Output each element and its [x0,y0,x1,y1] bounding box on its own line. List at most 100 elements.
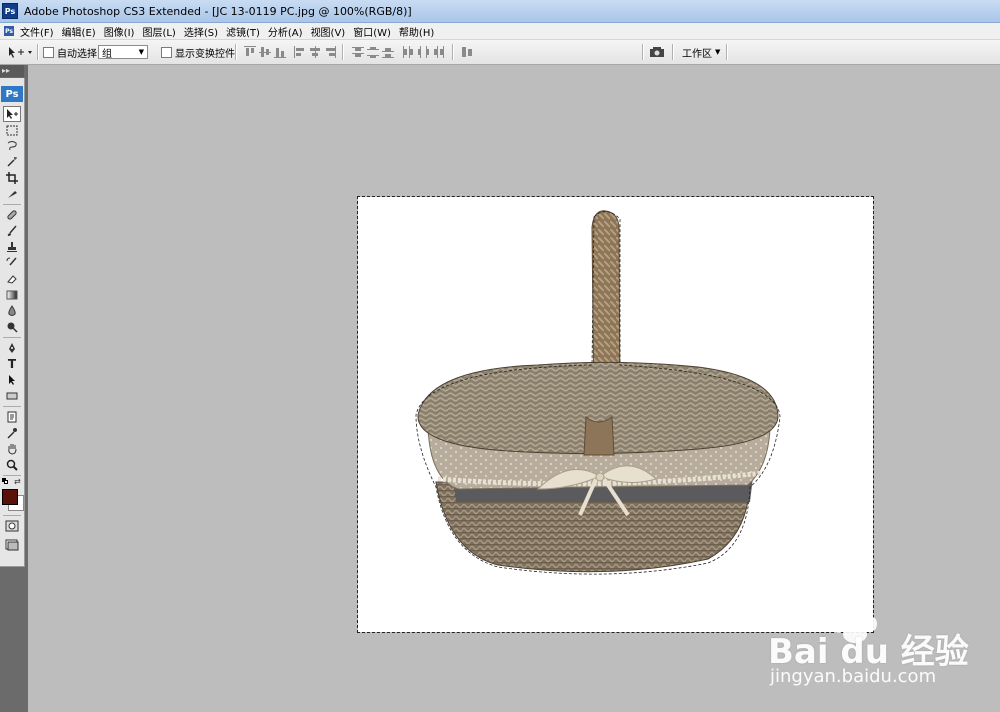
rectangle-icon [6,392,18,400]
marquee-icon [6,125,18,135]
photoshop-logo[interactable]: Ps [1,86,23,102]
menu-select[interactable]: 选择(S) [184,24,218,39]
menu-layer[interactable]: 图层(L) [142,24,175,39]
distribute-hcenter-icon[interactable] [417,46,429,58]
menu-help[interactable]: 帮助(H) [399,24,434,39]
path-select-icon [9,375,15,385]
gradient-tool[interactable] [4,288,20,302]
pen-tool[interactable] [4,341,20,355]
crop-tool[interactable] [4,171,20,185]
move-tool[interactable] [3,106,21,122]
type-icon: T [7,357,17,371]
blur-tool[interactable] [4,304,20,318]
align-hcenter-icon[interactable] [309,46,321,58]
hand-tool[interactable] [4,442,20,456]
auto-select-dropdown[interactable]: 组 ▼ [98,45,148,60]
history-brush-icon [6,257,17,266]
show-transform-checkbox[interactable] [161,46,172,58]
options-separator [235,44,237,60]
brush-tool[interactable] [4,224,20,238]
eyedropper-tool[interactable] [4,426,20,440]
align-right-icon[interactable] [324,46,336,58]
eraser-icon [7,275,17,284]
distribute-bottom-icon[interactable] [382,46,394,58]
stamp-icon [7,242,17,252]
drop-icon [8,305,16,316]
foreground-color-swatch[interactable] [2,489,18,505]
options-separator [452,44,454,60]
distribute-right-icon[interactable] [432,46,444,58]
quick-mask-icon [5,520,19,532]
bridge-icon [650,47,664,57]
zoom-tool[interactable] [4,458,20,472]
menu-file[interactable]: 文件(F) [20,24,54,39]
healing-brush-tool[interactable] [4,208,20,222]
swap-colors-icon[interactable]: ⇄ [14,477,21,486]
align-top-icon[interactable] [244,46,256,58]
auto-select-option[interactable]: 自动选择: [43,44,100,60]
toolbox-grip[interactable]: ▸▸ [0,65,24,77]
document-canvas[interactable] [357,196,874,633]
menu-filter[interactable]: 滤镜(T) [226,24,260,39]
window-title: Adobe Photoshop CS3 Extended - [JC 13-01… [24,4,412,18]
document-icon[interactable]: Ps [4,26,14,36]
basket-image [415,210,781,575]
workspace-menu-button[interactable]: 工作区 ▼ [682,44,720,60]
screen-mode-icon [5,539,19,551]
menu-analysis[interactable]: 分析(A) [268,24,303,39]
magic-wand-tool[interactable] [4,155,20,169]
show-transform-option[interactable]: 显示变换控件 [161,44,235,60]
bandage-icon [7,210,17,220]
chevron-down-icon: ▼ [715,48,721,56]
toolbox-separator [3,406,21,407]
move-tool-icon [9,47,32,58]
options-separator [672,44,674,60]
menu-view[interactable]: 视图(V) [311,24,346,39]
align-left-icon[interactable] [294,46,306,58]
toolbox-separator [3,515,21,516]
slice-tool[interactable] [4,187,20,201]
auto-align-layers-icon[interactable] [461,46,473,58]
notes-tool[interactable] [4,410,20,424]
align-vcenter-icon[interactable] [259,46,271,58]
auto-select-value: 组 [102,48,112,60]
magic-wand-icon [7,157,17,167]
auto-select-label: 自动选择: [57,48,101,60]
menu-bar: Ps 文件(F) 编辑(E) 图像(I) 图层(L) 选择(S) 滤镜(T) 分… [0,23,1000,40]
toolbox-separator [3,204,21,205]
toolbox-panel: Ps T ⇄ [0,78,25,567]
options-bar: 自动选择: 组 ▼ 显示变换控件 工作区 ▼ [0,40,1000,65]
menu-window[interactable]: 窗口(W) [353,24,391,39]
type-tool[interactable]: T [4,357,20,371]
toolbox-separator [3,337,21,338]
magnifier-icon [6,459,18,471]
path-selection-tool[interactable] [4,373,20,387]
distribute-left-icon[interactable] [402,46,414,58]
lasso-tool[interactable] [4,139,20,153]
dodge-tool[interactable] [4,320,20,334]
bridge-button[interactable] [649,44,667,60]
align-bottom-icon[interactable] [274,46,286,58]
quick-mask-mode-button[interactable] [4,519,20,533]
options-separator [37,44,39,60]
auto-select-checkbox[interactable] [43,46,54,58]
hand-icon [8,444,17,455]
marquee-tool[interactable] [4,123,20,137]
distribute-vcenter-icon[interactable] [367,46,379,58]
show-transform-label: 显示变换控件 [175,48,235,60]
screen-mode-button[interactable] [4,538,20,552]
tool-preset-picker[interactable] [6,44,34,60]
history-brush-tool[interactable] [4,256,20,270]
window-title-bar: Ps Adobe Photoshop CS3 Extended - [JC 13… [0,0,1000,23]
distribute-top-icon[interactable] [352,46,364,58]
eraser-tool[interactable] [4,272,20,286]
clone-stamp-tool[interactable] [4,240,20,254]
default-colors-icon[interactable] [2,478,8,484]
shape-tool[interactable] [4,389,20,403]
watermark-url: jingyan.baidu.com [770,666,937,687]
options-separator [342,44,344,60]
options-separator [726,44,728,60]
menu-edit[interactable]: 编辑(E) [62,24,96,39]
pen-icon [9,343,15,353]
menu-image[interactable]: 图像(I) [104,24,135,39]
